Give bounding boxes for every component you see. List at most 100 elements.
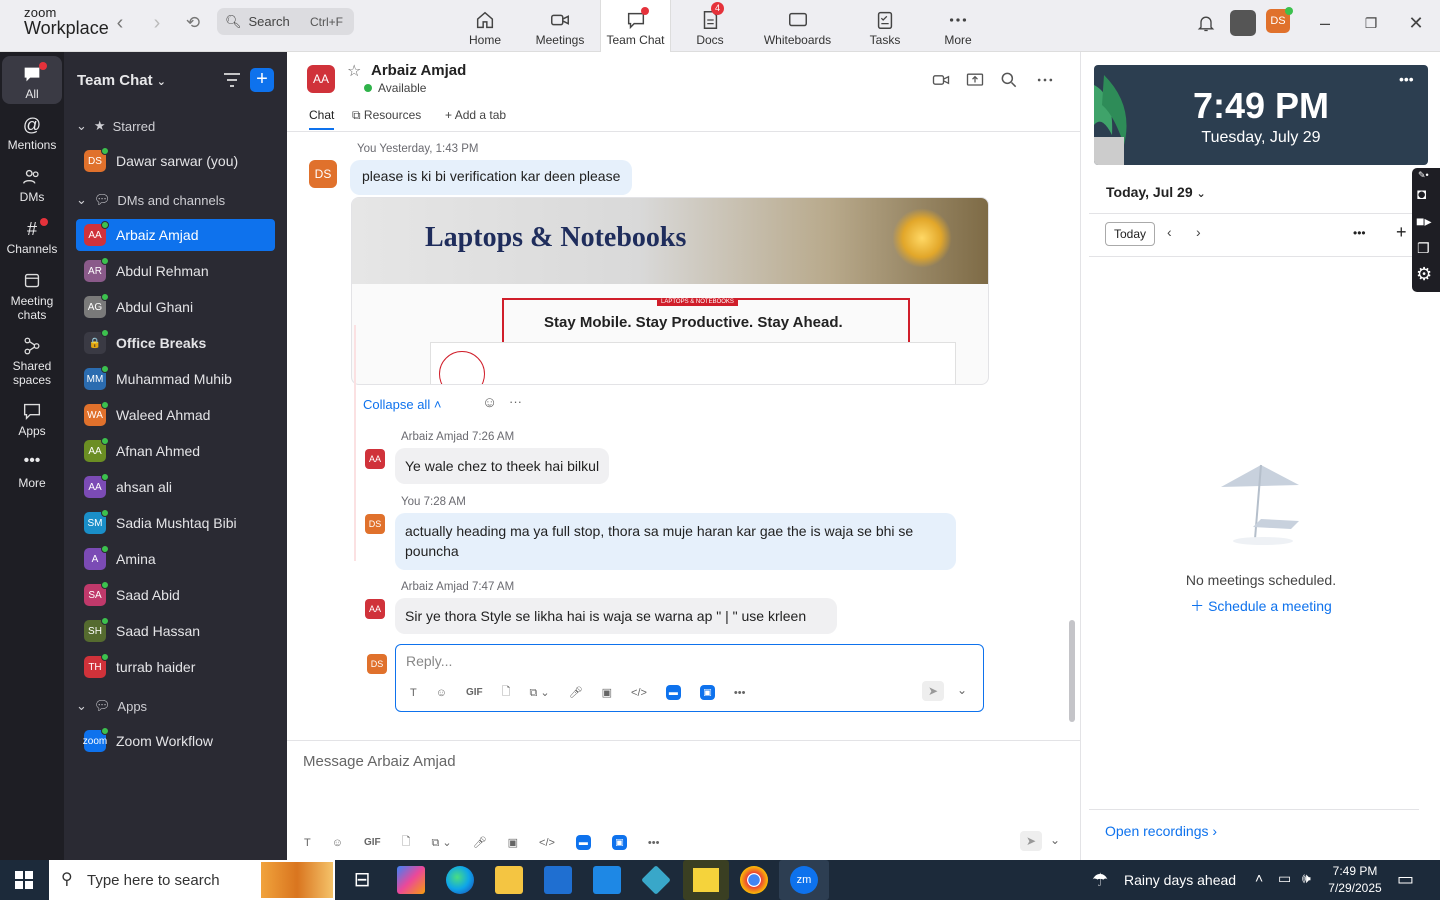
chevron-down-icon[interactable]: ⌄	[1050, 833, 1060, 847]
video-call-icon[interactable]	[931, 70, 951, 90]
app-icon[interactable]: ▬	[575, 835, 591, 850]
weather-text[interactable]: Rainy days ahead	[1124, 872, 1236, 888]
chevron-down-icon[interactable]: ⌄	[957, 683, 967, 697]
emoji-icon[interactable]: ☺	[332, 837, 343, 849]
rail-mentions[interactable]: @ Mentions	[2, 114, 62, 152]
schedule-meeting-link[interactable]: ＋ Schedule a meeting	[1081, 596, 1440, 616]
search-box[interactable]: 🔍︎ Search Ctrl+F	[217, 8, 354, 35]
reply-box[interactable]: Reply... T ☺ GIF 🗋︎ ⧉ ⌄ 🎤︎ ▣ </> ▬ ▣ •••…	[395, 644, 984, 712]
reply-input[interactable]: Reply...	[406, 653, 452, 669]
send-icon[interactable]: ➤	[922, 681, 944, 701]
day-header[interactable]: Today, Jul 29 ⌄	[1106, 184, 1206, 200]
chevron-up-icon[interactable]: ˄	[1255, 870, 1263, 886]
sidebar-item[interactable]: AA ahsan ali	[76, 471, 275, 503]
message-bubble[interactable]: please is ki bi verification kar deen pl…	[350, 160, 633, 195]
file-icon[interactable]: 🗋︎	[502, 683, 511, 702]
camera-icon[interactable]: ◘	[1417, 186, 1426, 203]
sidebar-item[interactable]: AG Abdul Ghani	[76, 291, 275, 323]
message-input[interactable]: Message Arbaiz Amjad	[303, 753, 456, 770]
rail-apps[interactable]: Apps	[2, 400, 62, 438]
tab-more[interactable]: More	[938, 0, 978, 52]
add-tab-button[interactable]: + Add a tab	[445, 108, 506, 122]
notifications-icon[interactable]: ▭	[1397, 869, 1414, 890]
more-dots-icon[interactable]: ···	[509, 394, 522, 409]
app-icon[interactable]: ▣	[611, 835, 627, 850]
rail-meeting-chats[interactable]: Meeting chats	[2, 270, 62, 322]
tab-resources[interactable]: ⧉ Resources	[352, 108, 421, 123]
send-icon[interactable]: ➤	[1020, 831, 1042, 851]
message-bubble[interactable]: actually heading ma ya full stop, thora …	[395, 513, 956, 570]
text-format-icon[interactable]: T	[304, 837, 311, 849]
gear-icon[interactable]: ⚙	[1416, 264, 1432, 285]
gift-icon[interactable]	[1230, 10, 1256, 36]
open-recordings-link[interactable]: Open recordings ›	[1105, 823, 1217, 839]
add-reaction-icon[interactable]: ☺	[482, 394, 497, 411]
star-icon[interactable]: ☆	[347, 61, 361, 81]
apps-section-header[interactable]: ⌄ 💬︎ Apps	[76, 698, 147, 714]
message-bubble[interactable]: Ye wale chez to theek hai bilkul	[395, 448, 610, 484]
sidebar-item[interactable]: WA Waleed Ahmad	[76, 399, 275, 431]
starred-section-header[interactable]: ⌄ ★ Starred	[76, 118, 155, 134]
share-screen-icon[interactable]	[965, 70, 985, 90]
gif-button[interactable]: GIF	[364, 837, 381, 848]
message-bubble[interactable]: Sir ye thora Style se likha hai is waja …	[395, 598, 837, 634]
contact-avatar[interactable]: AA	[307, 65, 335, 93]
tab-home[interactable]: Home	[460, 0, 510, 52]
plus-icon[interactable]: +	[1396, 222, 1407, 243]
edge-icon[interactable]	[446, 866, 474, 894]
sidebar-item[interactable]: AR Abdul Rehman	[76, 255, 275, 287]
chrome-icon[interactable]	[740, 866, 768, 894]
code-icon[interactable]: </>	[631, 687, 647, 699]
history-icon[interactable]: ⟲	[181, 12, 205, 36]
microphone-icon[interactable]: 🎤︎	[473, 836, 487, 849]
forward-arrow-icon[interactable]: ›	[145, 12, 169, 36]
sidebar-item[interactable]: MM Muhammad Muhib	[76, 363, 275, 395]
volume-icon[interactable]: 🕪︎	[1302, 870, 1311, 887]
chevron-right-icon[interactable]: ›	[1196, 224, 1201, 240]
gif-button[interactable]: GIF	[466, 687, 483, 698]
task-view-icon[interactable]: ⊟	[348, 866, 376, 894]
image-attachment[interactable]: Laptops & Notebooks LAPTOPS & NOTEBOOKS …	[351, 197, 989, 385]
video-message-icon[interactable]: ▣	[602, 686, 612, 699]
more-dots-icon[interactable]	[1035, 70, 1055, 90]
mail-icon[interactable]	[593, 866, 621, 894]
text-format-icon[interactable]: T	[410, 687, 417, 699]
today-button[interactable]: Today	[1105, 222, 1155, 246]
restore-icon[interactable]: ❐	[1356, 11, 1386, 37]
sidebar-item[interactable]: DS Dawar sarwar (you)	[76, 145, 275, 177]
tab-chat[interactable]: Chat	[309, 108, 335, 130]
chevron-left-icon[interactable]: ‹	[1167, 224, 1172, 240]
sidebar-item[interactable]: SM Sadia Mushtaq Bibi	[76, 507, 275, 539]
scrollbar[interactable]	[1069, 620, 1075, 722]
sidebar-title[interactable]: Team Chat ⌄	[77, 72, 166, 89]
sticky-notes-button[interactable]	[683, 860, 729, 900]
contact-name[interactable]: Arbaiz Amjad	[371, 62, 466, 79]
zoom-taskbar-button[interactable]: zm	[779, 860, 829, 900]
video-message-icon[interactable]: ▣	[508, 836, 518, 849]
back-arrow-icon[interactable]: ‹	[108, 12, 132, 36]
video-camera-icon[interactable]: ■▸	[1416, 213, 1431, 230]
sidebar-item[interactable]: 🔒 Office Breaks	[76, 327, 275, 359]
store-icon[interactable]	[544, 866, 572, 894]
sidebar-item[interactable]: TH turrab haider	[76, 651, 275, 683]
rail-more[interactable]: ••• More	[2, 452, 62, 490]
new-chat-button[interactable]: +	[250, 68, 274, 92]
sidebar-item[interactable]: A Amina	[76, 543, 275, 575]
microphone-icon[interactable]: 🎤︎	[569, 686, 583, 699]
clock[interactable]: 7:49 PM 7/29/2025	[1327, 863, 1383, 897]
copilot-icon[interactable]	[397, 866, 425, 894]
collapse-all-link[interactable]: Collapse all ˄	[363, 397, 441, 412]
pin-icon[interactable]: ✎•	[1418, 170, 1429, 181]
filter-icon[interactable]	[223, 72, 241, 88]
file-explorer-icon[interactable]	[495, 866, 523, 894]
bell-icon[interactable]	[1196, 13, 1216, 33]
more-dots-icon[interactable]: •••	[734, 687, 746, 699]
sidebar-item[interactable]: SA Saad Abid	[76, 579, 275, 611]
screenshot-icon[interactable]: ⧉ ⌄	[432, 836, 452, 850]
tab-whiteboards[interactable]: Whiteboards	[760, 0, 835, 52]
rail-shared-spaces[interactable]: Shared spaces	[2, 335, 62, 387]
minimize-icon[interactable]: –	[1310, 11, 1340, 37]
sidebar-item[interactable]: zoom Zoom Workflow	[76, 725, 275, 757]
sidebar-item[interactable]: AA Afnan Ahmed	[76, 435, 275, 467]
tab-tasks[interactable]: Tasks	[865, 0, 905, 52]
